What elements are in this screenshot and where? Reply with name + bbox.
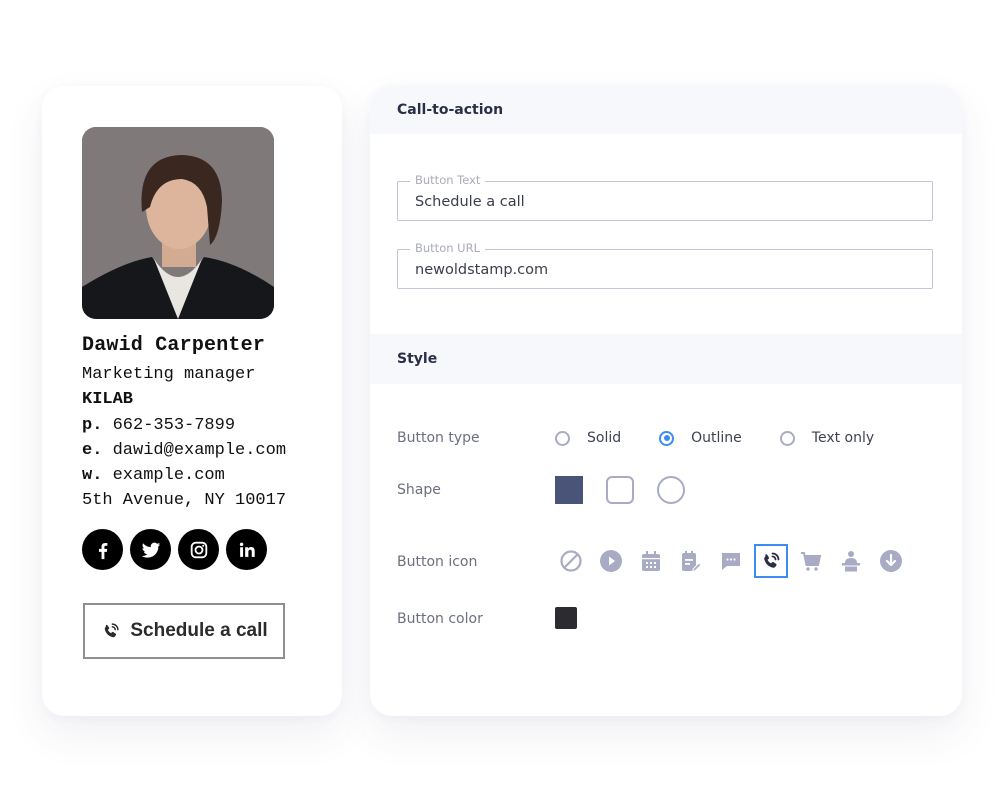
signature-phone: 662-353-7899 — [112, 415, 236, 435]
button-icon-options — [554, 544, 908, 578]
facebook-icon[interactable] — [82, 529, 123, 570]
twitter-icon[interactable] — [130, 529, 171, 570]
shape-label: Shape — [397, 482, 441, 498]
button-url-field[interactable]: Button URL — [397, 241, 933, 289]
phone-call-icon — [105, 623, 119, 638]
linkedin-icon[interactable] — [226, 529, 267, 570]
button-color-label: Button color — [397, 611, 483, 627]
social-icons — [82, 529, 267, 570]
chat-icon[interactable] — [714, 544, 748, 578]
radio-outline[interactable]: Outline — [659, 430, 742, 446]
radio-text-only-indicator[interactable] — [779, 430, 795, 446]
radio-solid-indicator[interactable] — [555, 430, 570, 446]
shape-rounded-option[interactable] — [606, 476, 634, 504]
signature-address: 5th Avenue, NY 10017 — [82, 491, 287, 511]
button-text-input[interactable] — [398, 182, 932, 220]
edit-note-icon[interactable] — [674, 544, 708, 578]
signature-name: Dawid Carpenter — [82, 334, 266, 357]
cart-icon[interactable] — [794, 544, 828, 578]
button-text-field[interactable]: Button Text — [397, 173, 933, 221]
signature-cta-button[interactable]: Schedule a call — [83, 603, 285, 659]
section-header-style: Style — [370, 334, 962, 384]
cta-settings-panel: Call-to-action Button Text Button URL St… — [370, 86, 962, 716]
signature-cta-label: Schedule a call — [130, 620, 268, 641]
phone-call-icon[interactable] — [754, 544, 788, 578]
phone-prefix: p. — [82, 415, 103, 435]
signature-website: example.com — [112, 466, 225, 486]
radio-outline-indicator[interactable] — [659, 430, 675, 446]
radio-solid[interactable]: Solid — [555, 430, 621, 446]
none-icon[interactable] — [554, 544, 588, 578]
presenter-icon[interactable] — [834, 544, 868, 578]
button-icon-label: Button icon — [397, 554, 478, 570]
signature-company: KILAB — [82, 390, 134, 410]
shape-square-option[interactable] — [555, 476, 583, 504]
button-color-swatch[interactable] — [555, 607, 577, 629]
signature-title: Marketing manager — [82, 365, 256, 384]
profile-photo-image — [82, 127, 274, 319]
button-type-radio-group: Solid Outline Text only — [555, 430, 912, 446]
radio-outline-label: Outline — [691, 430, 742, 446]
button-type-label: Button type — [397, 430, 480, 446]
radio-text-only-label: Text only — [811, 430, 875, 446]
download-icon[interactable] — [874, 544, 908, 578]
signature-text-block: Dawid Carpenter Marketing manager KILAB … — [82, 334, 286, 514]
email-prefix: e. — [82, 440, 103, 460]
radio-text-only[interactable]: Text only — [779, 430, 875, 446]
shape-options — [555, 476, 685, 504]
web-prefix: w. — [82, 466, 103, 486]
calendar-icon[interactable] — [634, 544, 668, 578]
play-icon[interactable] — [594, 544, 628, 578]
signature-web-line: w. example.com — [82, 463, 286, 488]
shape-circle-option[interactable] — [657, 476, 685, 504]
signature-phone-line: p. 662-353-7899 — [82, 413, 286, 438]
signature-preview-card: Dawid Carpenter Marketing manager KILAB … — [42, 86, 342, 716]
button-url-input[interactable] — [398, 250, 932, 288]
section-header-cta: Call-to-action — [370, 86, 962, 134]
signature-email: dawid@example.com — [112, 440, 287, 460]
signature-email-line: e. dawid@example.com — [82, 438, 286, 463]
instagram-icon[interactable] — [178, 529, 219, 570]
profile-photo — [82, 127, 274, 319]
radio-solid-label: Solid — [587, 430, 622, 446]
